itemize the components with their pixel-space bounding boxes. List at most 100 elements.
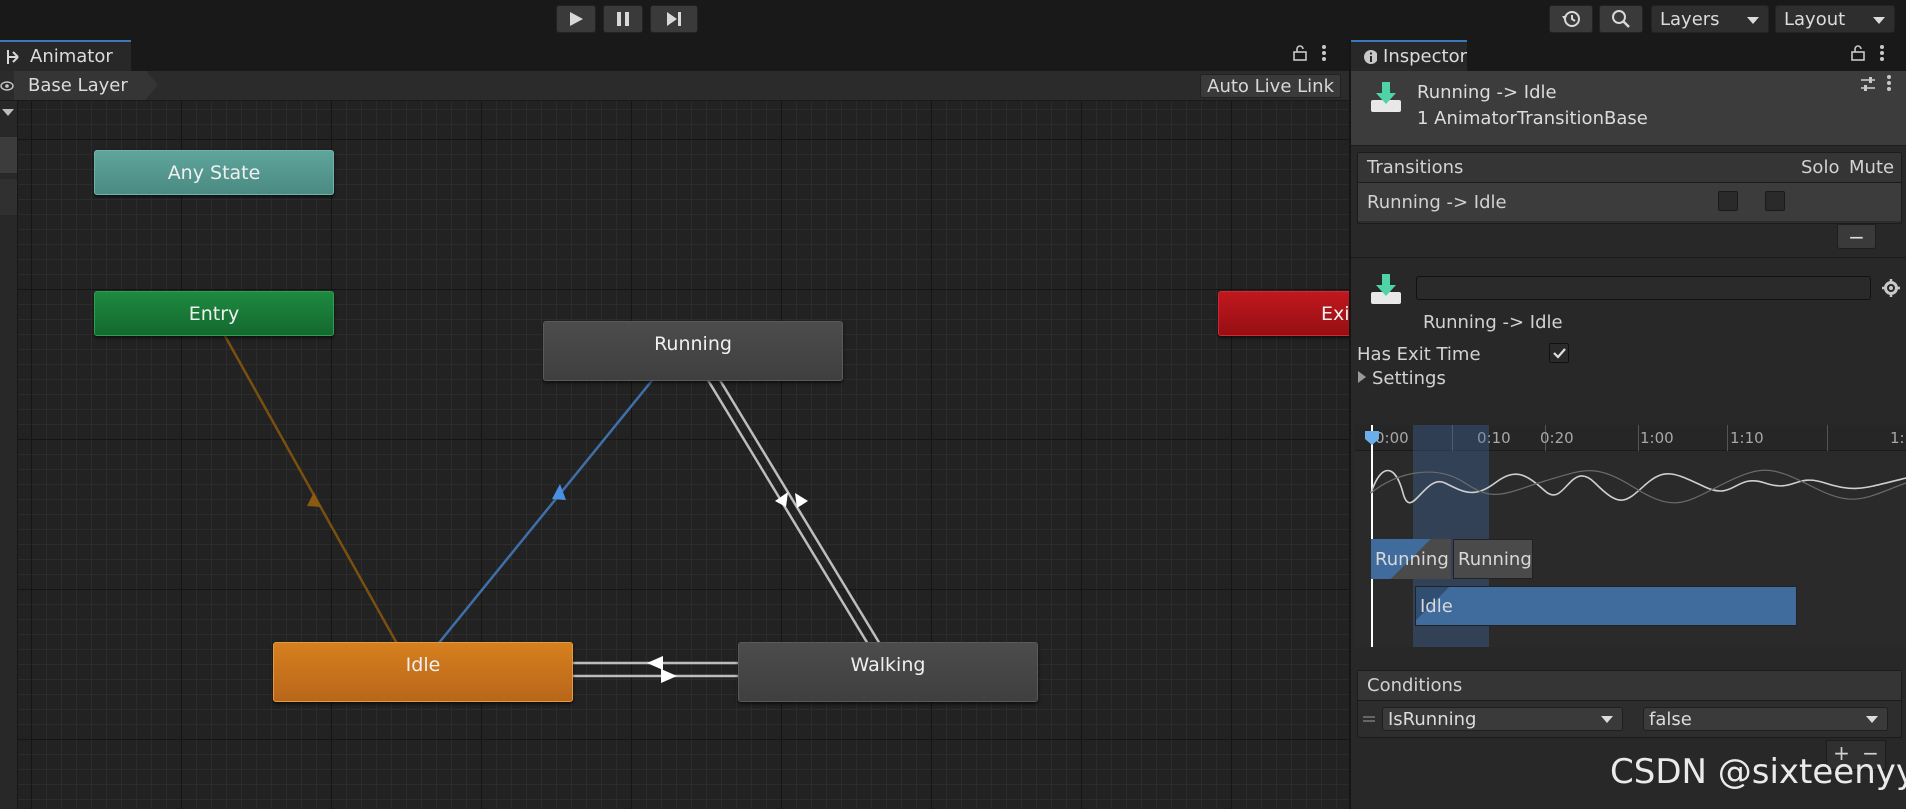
- chevron-down-icon[interactable]: [2, 109, 14, 117]
- transition-name-field[interactable]: [1416, 276, 1871, 300]
- tab-animator-label: Animator: [30, 46, 113, 67]
- transition-running-to-idle[interactable]: [433, 366, 664, 650]
- lock-icon[interactable]: [1293, 45, 1307, 61]
- breadcrumb-base-layer: Base Layer: [28, 75, 128, 96]
- has-exit-time-checkbox[interactable]: [1549, 343, 1569, 363]
- conditions-header-label: Conditions: [1367, 675, 1463, 696]
- lock-icon[interactable]: [1851, 45, 1865, 61]
- inspector-title: Running -> Idle: [1417, 82, 1557, 103]
- auto-live-link-label: Auto Live Link: [1207, 75, 1334, 97]
- transitions-list: Transitions Solo Mute Running -> Idle: [1357, 152, 1902, 224]
- transition-detail-label: Running -> Idle: [1423, 312, 1563, 333]
- play-button[interactable]: [556, 5, 596, 33]
- transition-running-walking[interactable]: [698, 366, 885, 650]
- state-machine-graph[interactable]: Any State Entry Exit Running Idle Walkin…: [18, 101, 1349, 809]
- pause-button[interactable]: [603, 5, 643, 33]
- inspector-header: Running -> Idle 1 AnimatorTransitionBase: [1351, 71, 1906, 146]
- destination-clip-label: Idle: [1420, 595, 1453, 617]
- transitions-header-label: Transitions: [1367, 157, 1464, 178]
- settings-foldout-label[interactable]: Settings: [1372, 368, 1446, 389]
- side-tab-parameters[interactable]: [0, 179, 17, 215]
- undo-history-button[interactable]: [1549, 5, 1593, 33]
- list-item[interactable]: Running -> Idle: [1358, 183, 1901, 221]
- mute-column-label: Mute: [1849, 157, 1895, 178]
- animator-icon: [7, 49, 19, 64]
- history-icon: [1562, 11, 1580, 27]
- more-options-icon[interactable]: [1321, 44, 1327, 62]
- node-running[interactable]: Running: [543, 321, 843, 381]
- timeline-label: 0:00: [1375, 429, 1409, 447]
- transition-name-value: [1417, 278, 1422, 297]
- settings-sliders-icon[interactable]: [1860, 76, 1876, 92]
- gear-icon[interactable]: [1882, 279, 1900, 297]
- chevron-down-icon: [1601, 716, 1613, 723]
- transitions-header: Transitions Solo Mute: [1358, 153, 1901, 183]
- inspector-tabbar: Inspector: [1351, 40, 1906, 71]
- list-item[interactable]: IsRunning false: [1358, 701, 1901, 738]
- main-toolbar: Layers Layout: [0, 0, 1906, 38]
- animator-window-tools: [1293, 44, 1327, 62]
- source-clip-2[interactable]: Running: [1453, 539, 1533, 579]
- node-idle[interactable]: Idle: [273, 642, 573, 702]
- animator-window: Animator Base Layer Auto Live Link Any S…: [0, 40, 1349, 809]
- node-walking[interactable]: Walking: [738, 642, 1038, 702]
- transition-wires: [218, 326, 885, 683]
- foldout-arrow-icon[interactable]: [1357, 371, 1367, 383]
- breadcrumb[interactable]: Base Layer: [14, 71, 158, 100]
- has-exit-time-label: Has Exit Time: [1357, 344, 1481, 365]
- solo-column-label: Solo: [1801, 157, 1840, 178]
- node-any-state[interactable]: Any State: [94, 150, 334, 195]
- tab-inspector-label: Inspector: [1383, 46, 1467, 67]
- animator-tabbar: Animator: [0, 40, 1349, 71]
- eye-icon[interactable]: [0, 79, 14, 93]
- condition-parameter-value: IsRunning: [1388, 708, 1477, 730]
- node-exit[interactable]: Exit: [1218, 291, 1349, 336]
- mute-checkbox[interactable]: [1765, 191, 1785, 211]
- transition-entry-to-idle[interactable]: [218, 326, 402, 650]
- node-any-state-label: Any State: [167, 161, 261, 184]
- destination-clip[interactable]: Idle: [1415, 586, 1797, 626]
- inspector-window: Inspector Running -> Idle 1 AnimatorTran…: [1351, 40, 1906, 809]
- node-exit-label: Exit: [1321, 302, 1349, 325]
- transition-icon: [1371, 82, 1401, 112]
- transition-timeline[interactable]: 0:00 0:10 0:20 1:00 1:10 1: Running Runn…: [1355, 425, 1906, 647]
- tab-animator[interactable]: Animator: [0, 40, 131, 71]
- node-running-label: Running: [654, 333, 732, 355]
- node-walking-label: Walking: [850, 654, 926, 676]
- divider: [1351, 257, 1906, 258]
- solo-checkbox[interactable]: [1718, 191, 1738, 211]
- inspector-window-tools: [1851, 44, 1885, 62]
- more-options-icon[interactable]: [1879, 44, 1885, 62]
- drag-handle-icon[interactable]: [1363, 715, 1375, 723]
- checkmark-icon: [1553, 348, 1566, 359]
- more-options-icon[interactable]: [1886, 74, 1892, 92]
- remove-transition-button[interactable]: −: [1837, 224, 1876, 249]
- play-icon: [570, 12, 583, 26]
- layers-label: Layers: [1660, 8, 1720, 30]
- node-idle-label: Idle: [405, 654, 441, 676]
- transition-row-name: Running -> Idle: [1367, 191, 1507, 213]
- tab-inspector[interactable]: Inspector: [1351, 40, 1467, 71]
- layer-breadcrumb-bar: Base Layer Auto Live Link: [0, 71, 1349, 101]
- timeline-label: 1:: [1890, 429, 1905, 447]
- condition-value: false: [1649, 708, 1692, 730]
- source-clip-1[interactable]: Running: [1371, 539, 1451, 579]
- playhead-marker-icon[interactable]: [1365, 431, 1379, 445]
- timeline-label: 1:10: [1730, 429, 1764, 447]
- remove-transition-label: −: [1848, 224, 1865, 249]
- side-tab-layers[interactable]: [0, 137, 17, 173]
- search-button[interactable]: [1599, 5, 1643, 33]
- source-clip-2-label: Running: [1458, 548, 1532, 570]
- layers-dropdown[interactable]: Layers: [1651, 5, 1769, 33]
- conditions-list: Conditions IsRunning false: [1357, 670, 1902, 738]
- conditions-header: Conditions: [1358, 671, 1901, 701]
- transition-idle-walking[interactable]: [572, 656, 738, 683]
- step-button[interactable]: [650, 5, 698, 33]
- condition-value-dropdown[interactable]: false: [1643, 707, 1888, 731]
- layout-dropdown[interactable]: Layout: [1775, 5, 1895, 33]
- node-entry[interactable]: Entry: [94, 291, 334, 336]
- condition-parameter-dropdown[interactable]: IsRunning: [1382, 707, 1623, 731]
- auto-live-link-button[interactable]: Auto Live Link: [1200, 74, 1341, 98]
- parameter-curve: [1370, 469, 1906, 504]
- pause-icon: [617, 12, 629, 26]
